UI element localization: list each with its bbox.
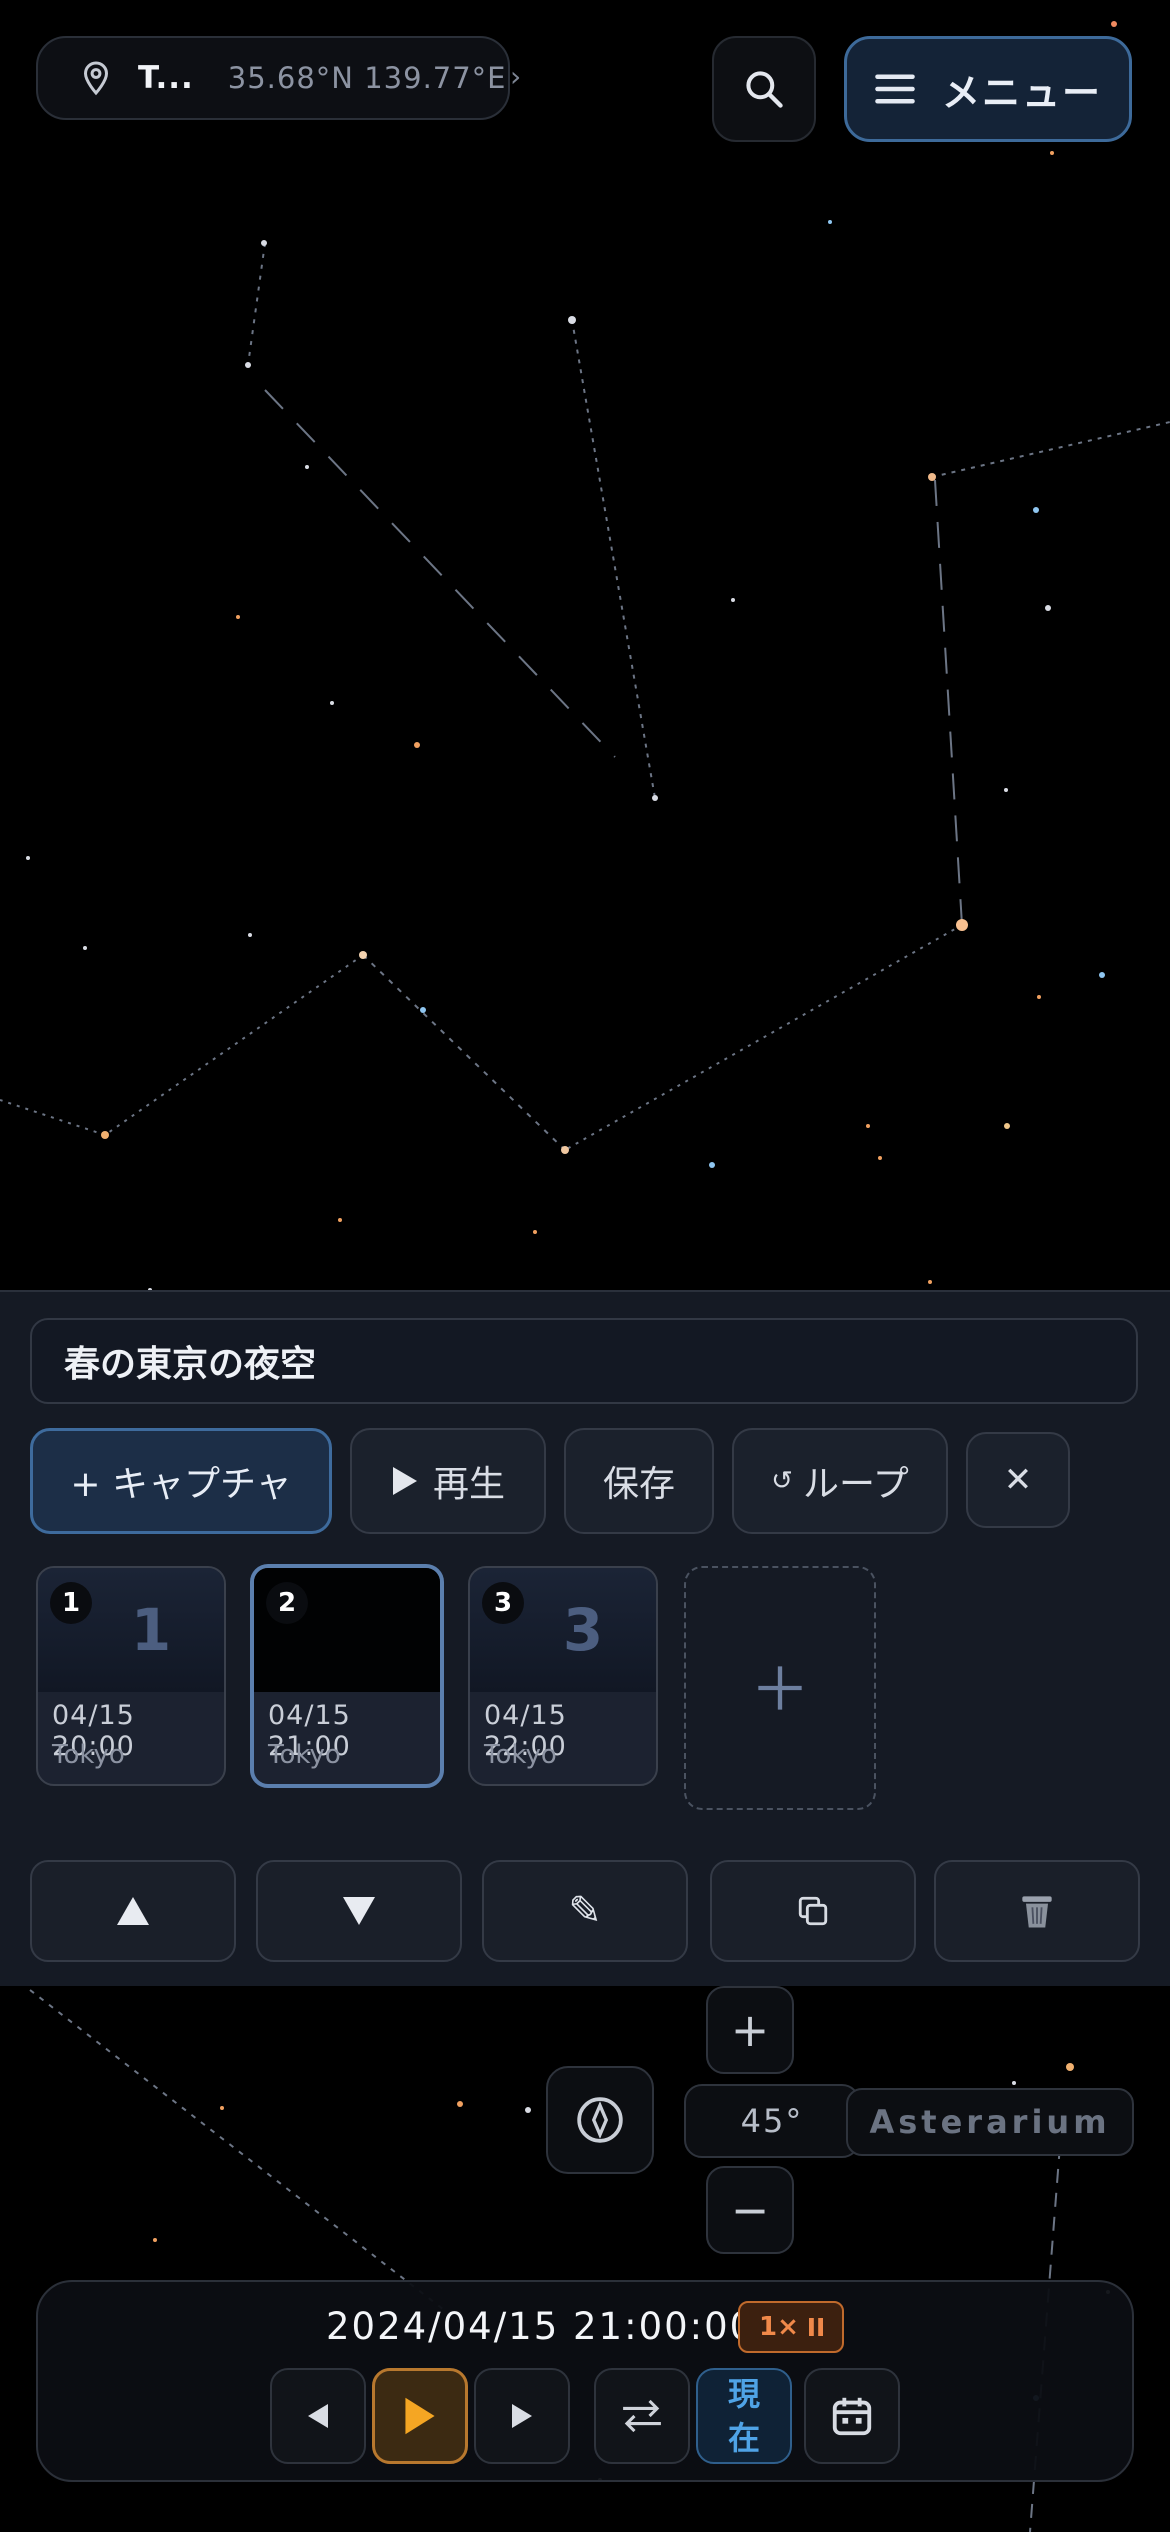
now-button[interactable]: 現 在 (696, 2368, 792, 2464)
step-forward-button[interactable] (474, 2368, 570, 2464)
add-keyframe-button[interactable] (684, 1566, 876, 1810)
triangle-right-icon (512, 2404, 532, 2428)
search-icon (746, 71, 783, 108)
tour-title-input[interactable]: 春の東京の夜空 (30, 1318, 1138, 1404)
keyframe-index-badge: 2 (266, 1582, 308, 1624)
play-icon (392, 1467, 417, 1495)
menu-label: メニュー (941, 70, 1102, 115)
fov-readout: 45° (684, 2084, 860, 2158)
keyframe-card[interactable]: 3 3 04/15 22:00 Tokyo (468, 1566, 658, 1786)
edit-keyframe-button[interactable]: ✎ (482, 1860, 688, 1962)
reverse-direction-button[interactable] (594, 2368, 690, 2464)
down-triangle-icon (343, 1897, 375, 1925)
loop-label: ループ (802, 1464, 909, 1505)
speed-label: 1× (759, 2312, 799, 2342)
plus-icon (758, 1666, 802, 1710)
close-panel-button[interactable]: ✕ (966, 1432, 1070, 1528)
now-label-1: 現 (727, 2375, 760, 2413)
capture-button[interactable]: + キャプチャ (30, 1428, 332, 1534)
step-back-button[interactable] (270, 2368, 366, 2464)
move-up-button[interactable] (30, 1860, 236, 1962)
pencil-icon: ✎ (568, 1888, 602, 1934)
delete-keyframe-button[interactable] (934, 1860, 1140, 1962)
calendar-icon (832, 2397, 872, 2436)
now-label-2: 在 (727, 2419, 760, 2457)
zoom-out-button[interactable]: − (706, 2166, 794, 2254)
location-coordinates: 35.68°N 139.77°E (227, 61, 507, 95)
zoom-in-button[interactable]: + (706, 1986, 794, 2074)
save-button[interactable]: 保存 (564, 1428, 714, 1534)
up-triangle-icon (117, 1897, 149, 1925)
location-pin-icon (83, 61, 109, 96)
loop-button[interactable]: ↺ ループ (732, 1428, 948, 1534)
play-sequence-button[interactable]: 再生 (350, 1428, 546, 1534)
view-mode-label[interactable]: Asterarium (846, 2088, 1134, 2156)
swap-arrows-icon (623, 2399, 661, 2433)
duplicate-keyframe-button[interactable] (710, 1860, 916, 1962)
calendar-button[interactable] (804, 2368, 900, 2464)
search-button[interactable] (712, 36, 816, 142)
trash-icon (1022, 1896, 1052, 1928)
keyframe-location: Tokyo (52, 1740, 125, 1770)
compass-icon (577, 2097, 623, 2143)
hamburger-icon (875, 74, 915, 104)
duplicate-icon (798, 1896, 828, 1926)
chevron-right-icon: › (510, 60, 522, 93)
keyframe-location: Tokyo (268, 1740, 341, 1770)
speed-badge[interactable]: 1× (738, 2301, 844, 2353)
pause-icon (808, 2318, 823, 2336)
current-datetime[interactable]: 2024/04/15 21:00:00 (326, 2305, 755, 2348)
play-icon (405, 2397, 435, 2435)
move-down-button[interactable] (256, 1860, 462, 1962)
triangle-left-icon (308, 2404, 328, 2428)
menu-button[interactable]: メニュー (844, 36, 1132, 142)
keyframe-card-selected[interactable]: 2 04/15 21:00 Tokyo (250, 1564, 444, 1788)
compass-button[interactable] (546, 2066, 654, 2174)
location-pill[interactable]: T... 35.68°N 139.77°E (36, 36, 510, 120)
loop-icon: ↺ (771, 1466, 793, 1496)
keyframe-index-badge: 3 (482, 1582, 524, 1624)
location-name: T... (138, 60, 194, 96)
play-sequence-label: 再生 (432, 1464, 505, 1505)
keyframe-location: Tokyo (484, 1740, 557, 1770)
keyframe-card[interactable]: 1 1 04/15 20:00 Tokyo (36, 1566, 226, 1786)
keyframe-index-badge: 1 (50, 1582, 92, 1624)
play-button[interactable] (372, 2368, 468, 2464)
